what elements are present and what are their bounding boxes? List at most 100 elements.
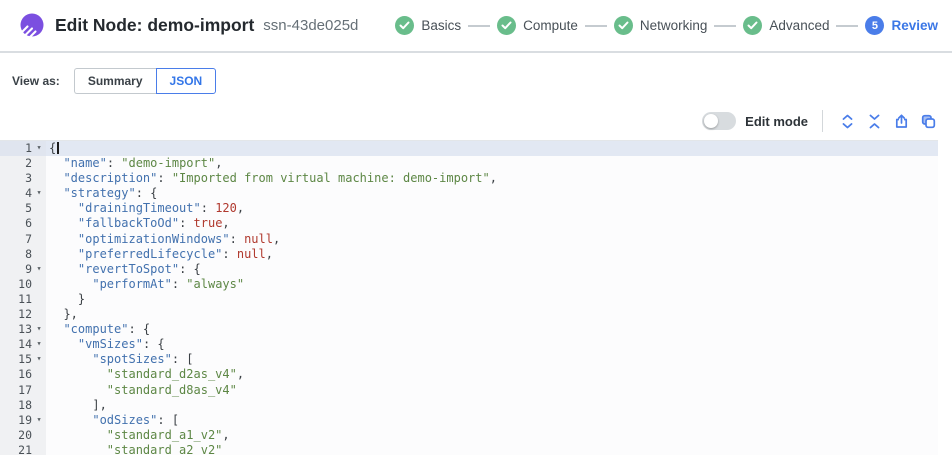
spot-logo-icon — [18, 13, 44, 39]
code-line-text: "odSizes": [ — [46, 413, 179, 428]
code-line[interactable]: 11 } — [0, 292, 938, 307]
code-line[interactable]: 10 "performAt": "always" — [0, 277, 938, 292]
step-check-icon — [743, 16, 762, 35]
line-number: 18 — [0, 398, 46, 413]
code-line-text: } — [46, 292, 85, 307]
toolbar-divider — [822, 110, 823, 132]
step-connector — [468, 25, 490, 27]
line-number: 21 — [0, 443, 46, 455]
step-check-icon — [497, 16, 516, 35]
code-line[interactable]: 7 "optimizationWindows": null, — [0, 232, 938, 247]
view-as-segmented-control: SummaryJSON — [74, 68, 216, 94]
code-line-text: "vmSizes": { — [46, 337, 165, 352]
fold-arrow-icon[interactable]: ▾ — [32, 322, 46, 337]
code-line-text: "strategy": { — [46, 186, 157, 201]
step-review[interactable]: 5Review — [865, 16, 938, 35]
json-editor[interactable]: 1▾{2 "name": "demo-import",3 "descriptio… — [0, 140, 938, 455]
view-as-summary-button[interactable]: Summary — [74, 68, 156, 94]
code-line[interactable]: 15▾ "spotSizes": [ — [0, 352, 938, 367]
step-compute[interactable]: Compute — [497, 16, 578, 35]
editor-toolbar: Edit mode — [0, 109, 938, 133]
code-line[interactable]: 21 "standard_a2_v2" — [0, 443, 938, 455]
line-number: 7 — [0, 232, 46, 247]
fold-arrow-icon[interactable]: ▾ — [32, 352, 46, 367]
edit-mode-toggle[interactable] — [702, 112, 736, 130]
code-line[interactable]: 8 "preferredLifecycle": null, — [0, 247, 938, 262]
fold-arrow-icon[interactable]: ▾ — [32, 413, 46, 428]
code-line[interactable]: 20 "standard_a1_v2", — [0, 428, 938, 443]
code-line-text: "fallbackToOd": true, — [46, 216, 230, 231]
code-line-text: "drainingTimeout": 120, — [46, 201, 244, 216]
step-basics[interactable]: Basics — [395, 16, 461, 35]
line-number: 13▾ — [0, 322, 46, 337]
step-label: Networking — [640, 18, 708, 33]
step-label: Advanced — [769, 18, 829, 33]
line-number: 2 — [0, 156, 46, 171]
line-number: 20 — [0, 428, 46, 443]
line-number: 17 — [0, 383, 46, 398]
fold-arrow-icon[interactable]: ▾ — [32, 337, 46, 352]
code-line[interactable]: 4▾ "strategy": { — [0, 186, 938, 201]
line-number: 6 — [0, 216, 46, 231]
code-line[interactable]: 17 "standard_d8as_v4" — [0, 383, 938, 398]
line-number: 14▾ — [0, 337, 46, 352]
edit-mode-label: Edit mode — [745, 114, 808, 129]
code-line-text: "standard_a1_v2", — [46, 428, 230, 443]
collapse-icon[interactable] — [864, 111, 884, 131]
code-line-text: "standard_d8as_v4" — [46, 383, 237, 398]
code-line-text: "description": "Imported from virtual ma… — [46, 171, 497, 186]
step-networking[interactable]: Networking — [614, 16, 708, 35]
step-advanced[interactable]: Advanced — [743, 16, 829, 35]
code-line[interactable]: 13▾ "compute": { — [0, 322, 938, 337]
line-number: 8 — [0, 247, 46, 262]
line-number: 4▾ — [0, 186, 46, 201]
code-line[interactable]: 1▾{ — [0, 141, 938, 156]
view-as-json-button[interactable]: JSON — [156, 68, 217, 94]
fold-arrow-icon[interactable]: ▾ — [32, 262, 46, 277]
code-line[interactable]: 5 "drainingTimeout": 120, — [0, 201, 938, 216]
step-label: Compute — [523, 18, 578, 33]
line-number: 10 — [0, 277, 46, 292]
view-as-label: View as: — [12, 74, 60, 88]
page-header: Edit Node: demo-import ssn-43de025d Basi… — [0, 0, 952, 53]
code-line[interactable]: 19▾ "odSizes": [ — [0, 413, 938, 428]
step-label: Basics — [421, 18, 461, 33]
code-line[interactable]: 12 }, — [0, 307, 938, 322]
code-line[interactable]: 18 ], — [0, 398, 938, 413]
step-connector — [714, 25, 736, 27]
line-number: 9▾ — [0, 262, 46, 277]
code-line[interactable]: 3 "description": "Imported from virtual … — [0, 171, 938, 186]
step-label: Review — [891, 18, 938, 33]
line-number: 16 — [0, 367, 46, 382]
view-as-row: View as: SummaryJSON — [12, 68, 952, 94]
step-check-icon — [614, 16, 633, 35]
toolbar-icon-group — [837, 111, 938, 131]
expand-icon[interactable] — [837, 111, 857, 131]
fold-arrow-icon[interactable]: ▾ — [32, 141, 46, 156]
line-number: 1▾ — [0, 141, 46, 156]
line-number: 11 — [0, 292, 46, 307]
code-line-text: "performAt": "always" — [46, 277, 244, 292]
node-id: ssn-43de025d — [263, 17, 358, 34]
code-line-text: "revertToSpot": { — [46, 262, 201, 277]
code-line-text: "standard_d2as_v4", — [46, 367, 244, 382]
fold-arrow-icon[interactable]: ▾ — [32, 186, 46, 201]
code-line-text: ], — [46, 398, 107, 413]
copy-icon[interactable] — [918, 111, 938, 131]
code-line[interactable]: 9▾ "revertToSpot": { — [0, 262, 938, 277]
toggle-knob — [704, 114, 718, 128]
line-number: 15▾ — [0, 352, 46, 367]
code-line[interactable]: 2 "name": "demo-import", — [0, 156, 938, 171]
code-line-text: { — [46, 141, 59, 156]
step-check-icon — [395, 16, 414, 35]
code-line[interactable]: 14▾ "vmSizes": { — [0, 337, 938, 352]
text-cursor — [57, 142, 59, 154]
step-connector — [836, 25, 858, 27]
line-number: 3 — [0, 171, 46, 186]
code-line[interactable]: 16 "standard_d2as_v4", — [0, 367, 938, 382]
code-line-text: "name": "demo-import", — [46, 156, 222, 171]
export-icon[interactable] — [891, 111, 911, 131]
line-number: 19▾ — [0, 413, 46, 428]
code-line[interactable]: 6 "fallbackToOd": true, — [0, 216, 938, 231]
line-number: 5 — [0, 201, 46, 216]
